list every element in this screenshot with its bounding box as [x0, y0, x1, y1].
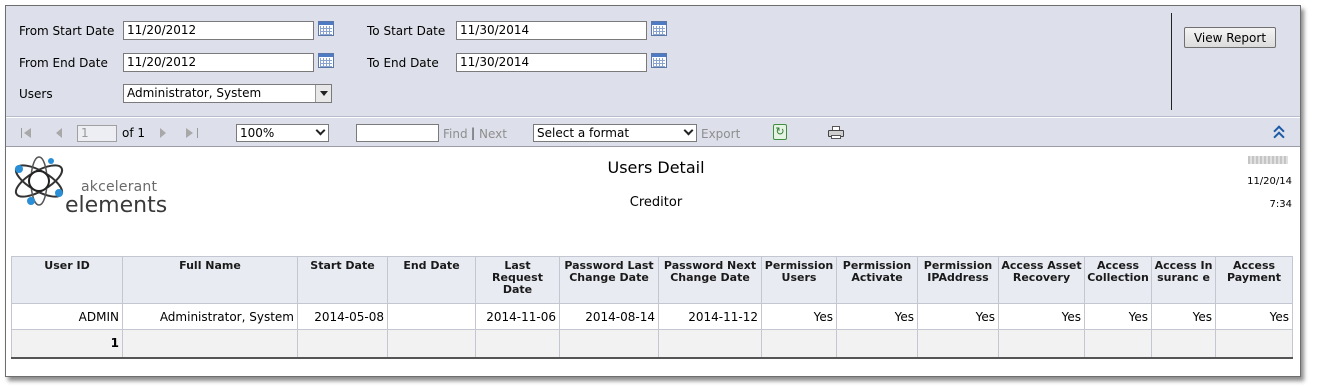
find-link[interactable]: Find — [443, 127, 468, 141]
export-format-select[interactable]: Select a format — [533, 124, 697, 142]
table-total-row: 1 — [11, 329, 1293, 358]
from-start-date-label: From Start Date — [19, 24, 115, 38]
table-cell: Yes — [1151, 303, 1216, 330]
next-page-icon[interactable] — [160, 127, 168, 139]
table-cell: Yes — [761, 303, 837, 330]
find-separator: | — [471, 126, 476, 140]
report-toolbar: 1 of 1 100% Find | Next Select a format … — [6, 118, 1300, 147]
company-logo: akcelerant elements — [9, 151, 184, 219]
chevron-down-icon — [683, 125, 694, 136]
report-title: Users Detail — [607, 158, 705, 177]
total-count: 1 — [11, 329, 123, 358]
print-icon[interactable] — [828, 126, 844, 139]
table-cell — [387, 329, 476, 358]
to-start-date-label: To Start Date — [367, 24, 446, 38]
table-cell: Yes — [1084, 303, 1152, 330]
table-cell — [387, 303, 476, 330]
calendar-icon[interactable] — [651, 21, 667, 36]
column-header[interactable]: Permission Users — [761, 256, 837, 304]
column-header[interactable]: User ID — [11, 256, 123, 304]
calendar-icon[interactable] — [651, 53, 667, 68]
table-cell — [122, 329, 298, 358]
calendar-icon[interactable] — [318, 53, 334, 68]
users-select-value: Administrator, System — [127, 86, 262, 100]
logo-wordmark-bottom: elements — [65, 193, 168, 218]
table-cell: 2014-11-06 — [475, 303, 560, 330]
column-header[interactable]: Full Name — [122, 256, 298, 304]
refresh-icon[interactable]: ↻ — [773, 124, 787, 140]
column-header[interactable]: Password Last Change Date — [559, 256, 659, 304]
users-select[interactable]: Administrator, System — [123, 84, 332, 103]
view-report-button[interactable]: View Report — [1184, 27, 1276, 48]
chevron-down-icon — [315, 125, 326, 136]
table-cell — [559, 329, 659, 358]
current-page-input[interactable]: 1 — [77, 125, 117, 142]
table-cell: Administrator, System — [122, 303, 298, 330]
report-time: 7:34 — [1269, 199, 1292, 210]
table-cell: Yes — [917, 303, 999, 330]
zoom-select[interactable]: 100% — [236, 124, 329, 142]
column-header[interactable]: Permission IPAddress — [917, 256, 999, 304]
to-start-date-input[interactable]: 11/30/2014 — [456, 21, 647, 40]
from-end-date-label: From End Date — [19, 56, 108, 70]
table-cell: 2014-11-12 — [658, 303, 762, 330]
table-cell — [1151, 329, 1216, 358]
column-header[interactable]: End Date — [387, 256, 476, 304]
divider — [1171, 13, 1172, 110]
column-header[interactable]: Permission Activate — [836, 256, 918, 304]
find-input[interactable] — [356, 124, 439, 142]
column-header[interactable]: Last Request Date — [475, 256, 560, 304]
export-format-value: Select a format — [537, 126, 630, 140]
column-header[interactable]: Access Payment — [1215, 256, 1293, 304]
table-cell — [1084, 329, 1152, 358]
table-cell: ADMIN — [11, 303, 123, 330]
table-cell — [998, 329, 1085, 358]
users-label: Users — [19, 87, 53, 101]
table-cell — [836, 329, 918, 358]
column-header[interactable]: Access Asset Recovery — [998, 256, 1085, 304]
report-body: akcelerant elements Users Detail Credito… — [6, 148, 1300, 376]
next-link[interactable]: Next — [479, 127, 507, 141]
to-end-date-input[interactable]: 11/30/2014 — [456, 53, 647, 72]
first-page-icon[interactable] — [21, 127, 33, 139]
table-cell — [475, 329, 560, 358]
parameters-panel: From Start Date 11/20/2012 To Start Date… — [6, 6, 1300, 117]
column-header[interactable]: Access Insuranc e — [1151, 256, 1216, 304]
from-end-date-input[interactable]: 11/20/2012 — [123, 53, 314, 72]
report-subtitle: Creditor — [629, 195, 683, 210]
table-cell — [297, 329, 388, 358]
table-cell — [658, 329, 762, 358]
collapse-parameters-icon[interactable] — [1273, 124, 1287, 143]
table-cell: 2014-08-14 — [559, 303, 659, 330]
column-header[interactable]: Password Next Change Date — [658, 256, 762, 304]
table-row: ADMIN Administrator, System 2014-05-08 2… — [11, 303, 1293, 330]
page-count: of 1 — [122, 126, 146, 140]
last-page-icon[interactable] — [186, 127, 198, 139]
table-cell — [917, 329, 999, 358]
table-cell: Yes — [998, 303, 1085, 330]
chevron-down-icon[interactable] — [315, 85, 331, 102]
table-cell — [761, 329, 837, 358]
redacted-text — [1248, 156, 1288, 164]
table-cell: 2014-05-08 — [297, 303, 388, 330]
table-cell: Yes — [1215, 303, 1293, 330]
table-header-row: User ID Full Name Start Date End Date La… — [11, 256, 1293, 304]
to-end-date-label: To End Date — [367, 56, 439, 70]
zoom-value: 100% — [240, 126, 275, 140]
users-detail-table: User ID Full Name Start Date End Date La… — [11, 256, 1293, 359]
table-cell: Yes — [836, 303, 918, 330]
table-cell — [1215, 329, 1293, 358]
from-start-date-input[interactable]: 11/20/2012 — [123, 21, 314, 40]
report-date: 11/20/14 — [1247, 176, 1292, 187]
column-header[interactable]: Start Date — [297, 256, 388, 304]
export-link[interactable]: Export — [701, 127, 740, 141]
report-viewer-window: From Start Date 11/20/2012 To Start Date… — [5, 5, 1301, 377]
column-header[interactable]: Access Collection — [1084, 256, 1152, 304]
previous-page-icon[interactable] — [56, 127, 64, 139]
calendar-icon[interactable] — [318, 21, 334, 36]
